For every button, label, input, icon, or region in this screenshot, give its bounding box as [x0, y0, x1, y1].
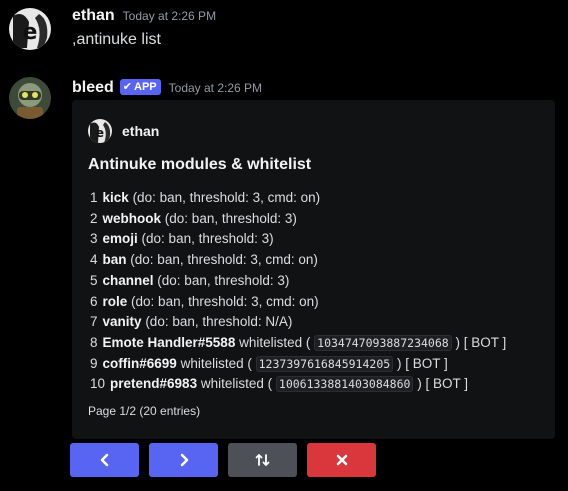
- item-number: 9: [90, 355, 98, 371]
- item-name: kick: [102, 190, 129, 205]
- app-badge-label: APP: [134, 80, 157, 93]
- item-name: webhook: [102, 210, 162, 226]
- list-item: 8 Emote Handler#5588 whitelisted ( 103474…: [90, 333, 506, 354]
- list-item: 5 channel (do: ban, threshold: 3): [90, 271, 506, 292]
- item-detail: (do: ban, threshold: N/A): [145, 314, 293, 330]
- item-name: coffin#6699: [102, 355, 177, 371]
- item-detail: whitelisted (: [180, 355, 252, 371]
- list-item: 6 role (do: ban, threshold: 3, cmd: on): [90, 292, 506, 313]
- item-detail: whitelisted (: [200, 376, 273, 392]
- item-detail: (do: ban, threshold: 3): [141, 231, 274, 247]
- item-detail: (do: ban, threshold: 3): [157, 272, 290, 288]
- svg-text:e: e: [96, 126, 104, 140]
- item-detail: whitelisted (: [239, 334, 311, 350]
- item-detail: (do: ban, threshold: 3, cmd: on): [130, 252, 318, 268]
- item-end: ]: [502, 334, 507, 350]
- list-item: 3 emoji (do: ban, threshold: 3): [90, 229, 506, 250]
- embed-title: Antinuke modules & whitelist: [88, 156, 312, 173]
- close-button[interactable]: [307, 443, 376, 477]
- timestamp: Today at 2:26 PM: [122, 9, 217, 23]
- author-avatar[interactable]: e: [88, 119, 112, 143]
- chevron-right-icon: [180, 453, 188, 467]
- embed: e ethan Antinuke modules & whitelist 1 ki…: [72, 100, 555, 439]
- item-name: role: [102, 293, 128, 309]
- list-item: 1 kick (do: ban, threshold: 3, cmd: on): [90, 188, 506, 209]
- user-id-code: 1237397616845914205: [255, 355, 394, 372]
- item-number: 1: [90, 190, 98, 205]
- item-suffix: ) [: [417, 376, 430, 392]
- item-number: 6: [90, 293, 98, 309]
- sort-icon: [255, 454, 269, 466]
- item-number: 7: [90, 314, 98, 330]
- bot-tag: BOT: [471, 334, 499, 350]
- list-item: 7 vanity (do: ban, threshold: N/A): [90, 312, 506, 333]
- item-name: pretend#6983: [110, 376, 198, 392]
- item-suffix: ) [: [396, 355, 409, 371]
- chevron-left-icon: [100, 453, 108, 467]
- list-item: 9 coffin#6699 whitelisted ( 1237397616845…: [90, 354, 506, 375]
- item-suffix: ) [: [455, 334, 468, 350]
- check-icon: ✔: [122, 81, 133, 93]
- item-detail: (do: ban, threshold: 3, cmd: on): [132, 190, 321, 205]
- item-end: ]: [464, 376, 469, 392]
- antinuke-list: 1 kick (do: ban, threshold: 3, cmd: on) 2…: [90, 188, 506, 395]
- avatar[interactable]: [9, 77, 51, 119]
- avatar[interactable]: e: [9, 8, 51, 50]
- item-number: 4: [90, 252, 98, 268]
- item-number: 3: [90, 231, 98, 247]
- embed-author-name[interactable]: ethan: [122, 123, 159, 139]
- item-end: ]: [444, 355, 448, 371]
- embed-footer: Page 1/2 (20 entries): [88, 404, 201, 418]
- item-number: 2: [90, 210, 98, 226]
- item-name: Emote Handler#5588: [102, 334, 236, 350]
- user-id-code: 1034747093887234068: [314, 334, 452, 351]
- item-number: 8: [90, 334, 98, 350]
- bot-tag: BOT: [432, 376, 461, 392]
- list-item: 10 pretend#6983 whitelisted ( 10061338814…: [90, 374, 506, 395]
- bot-tag: BOT: [412, 355, 441, 371]
- message-content: ,antinuke list: [72, 31, 161, 48]
- item-number: 10: [90, 376, 106, 392]
- user-id-code: 1006133881403084860: [275, 376, 414, 393]
- next-page-button[interactable]: [149, 443, 218, 477]
- timestamp: Today at 2:26 PM: [168, 81, 263, 95]
- svg-text:e: e: [23, 20, 38, 45]
- username[interactable]: bleed: [72, 79, 114, 97]
- item-name: channel: [102, 272, 154, 288]
- username[interactable]: ethan: [72, 7, 115, 25]
- item-detail: (do: ban, threshold: 3): [164, 210, 297, 226]
- item-number: 5: [90, 272, 98, 288]
- item-detail: (do: ban, threshold: 3, cmd: on): [131, 293, 319, 309]
- list-item: 4 ban (do: ban, threshold: 3, cmd: on): [90, 250, 506, 271]
- close-icon: [336, 454, 347, 466]
- item-name: emoji: [102, 231, 138, 247]
- previous-page-button[interactable]: [70, 443, 139, 477]
- pagination-buttons: [70, 443, 376, 477]
- app-badge: ✔ APP: [119, 78, 161, 95]
- list-item: 2 webhook (do: ban, threshold: 3): [90, 209, 506, 230]
- embed-author: e ethan: [88, 119, 159, 143]
- item-name: ban: [102, 252, 127, 268]
- sort-button[interactable]: [228, 443, 297, 477]
- item-name: vanity: [102, 314, 142, 330]
